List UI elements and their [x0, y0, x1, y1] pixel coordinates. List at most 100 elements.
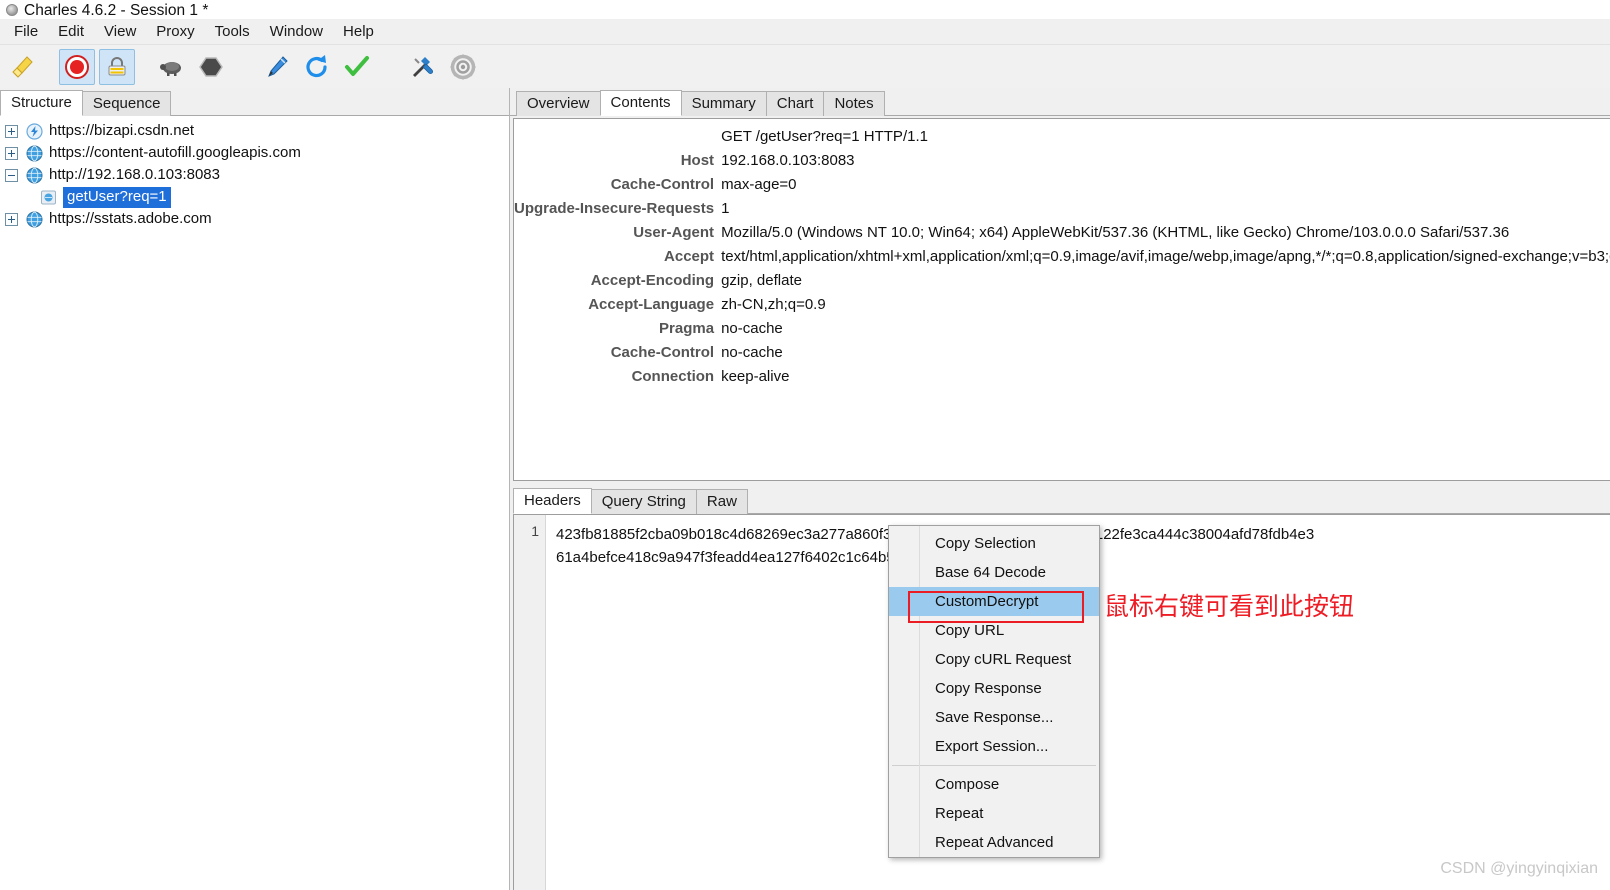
- menu-view[interactable]: View: [94, 21, 146, 42]
- throttle-icon[interactable]: [153, 49, 189, 85]
- tab-query-string[interactable]: Query String: [590, 489, 697, 514]
- header-value: no-cache: [721, 320, 783, 337]
- context-menu-separator: [892, 765, 1096, 766]
- header-value: Mozilla/5.0 (Windows NT 10.0; Win64; x64…: [721, 224, 1510, 241]
- header-name: Upgrade-Insecure-Requests: [514, 200, 715, 217]
- tree-node-label-selected: getUser?req=1: [63, 186, 171, 208]
- ctx-copy-selection[interactable]: Copy Selection: [889, 529, 1099, 558]
- menu-help[interactable]: Help: [333, 21, 384, 42]
- menu-proxy[interactable]: Proxy: [146, 21, 204, 42]
- tools-icon[interactable]: [405, 49, 441, 85]
- header-row: Pragma no-cache: [514, 317, 1610, 341]
- tree-row[interactable]: https://sstats.adobe.com: [0, 208, 509, 230]
- header-row: Accept-Language zh-CN,zh;q=0.9: [514, 293, 1610, 317]
- header-value: zh-CN,zh;q=0.9: [721, 296, 826, 313]
- context-menu[interactable]: Copy Selection Base 64 Decode CustomDecr…: [888, 525, 1100, 858]
- globe-host-icon: [26, 167, 43, 183]
- highlight-box-annotation: [908, 591, 1084, 623]
- content-tabstrip: Headers Query String Raw: [513, 481, 1610, 514]
- header-name: Cache-Control: [610, 176, 715, 193]
- window-titlebar: Charles 4.6.2 - Session 1 *: [0, 0, 1610, 19]
- header-value: 1: [721, 200, 730, 217]
- request-line-spacer: [514, 125, 721, 149]
- tab-chart[interactable]: Chart: [765, 91, 825, 116]
- header-row: Upgrade-Insecure-Requests 1: [514, 197, 1610, 221]
- menu-window[interactable]: Window: [260, 21, 333, 42]
- tree-row[interactable]: getUser?req=1: [0, 186, 509, 208]
- ctx-save-response[interactable]: Save Response...: [889, 703, 1099, 732]
- tree-node-label: http://192.168.0.103:8083: [49, 166, 220, 183]
- expander-plus-icon[interactable]: [5, 124, 18, 138]
- expander-plus-icon[interactable]: [5, 146, 18, 160]
- validate-icon[interactable]: [339, 49, 375, 85]
- breakpoints-icon[interactable]: [193, 49, 229, 85]
- header-row: Connection keep-alive: [514, 365, 1610, 389]
- header-name: Host: [680, 152, 715, 169]
- header-row: Cache-Control max-age=0: [514, 173, 1610, 197]
- ctx-base-64-decode[interactable]: Base 64 Decode: [889, 558, 1099, 587]
- header-name: User-Agent: [633, 224, 715, 241]
- globe-host-icon: [26, 211, 43, 227]
- header-value: keep-alive: [721, 368, 790, 385]
- ctx-copy-curl-request[interactable]: Copy cURL Request: [889, 645, 1099, 674]
- tab-sequence[interactable]: Sequence: [81, 91, 172, 116]
- charles-bottle-icon: [4, 2, 20, 18]
- request-headers-view: GET /getUser?req=1 HTTP/1.1 Host 192.168…: [513, 118, 1610, 481]
- tab-structure[interactable]: Structure: [0, 90, 83, 116]
- tree-row[interactable]: https://bizapi.csdn.net: [0, 120, 509, 142]
- tab-raw[interactable]: Raw: [695, 489, 748, 514]
- header-name: Accept-Language: [588, 296, 715, 313]
- header-value: 192.168.0.103:8083: [721, 152, 855, 169]
- tab-headers[interactable]: Headers: [513, 488, 592, 514]
- expander-minus-icon[interactable]: [5, 168, 18, 182]
- header-row: User-Agent Mozilla/5.0 (Windows NT 10.0;…: [514, 221, 1610, 245]
- header-name: Accept: [664, 248, 715, 265]
- repeat-icon[interactable]: [299, 49, 335, 85]
- header-value: no-cache: [721, 344, 783, 361]
- header-name: Cache-Control: [610, 344, 715, 361]
- tree-node-label: https://bizapi.csdn.net: [49, 122, 195, 139]
- tree-row[interactable]: http://192.168.0.103:8083: [0, 164, 509, 186]
- ctx-export-session[interactable]: Export Session...: [889, 732, 1099, 761]
- header-value: text/html,application/xhtml+xml,applicat…: [721, 248, 1610, 265]
- main-toolbar: [0, 45, 1610, 90]
- compose-icon[interactable]: [259, 49, 295, 85]
- window-title: Charles 4.6.2 - Session 1 *: [24, 2, 209, 19]
- ctx-copy-response[interactable]: Copy Response: [889, 674, 1099, 703]
- request-line: GET /getUser?req=1 HTTP/1.1: [721, 128, 928, 145]
- left-tabstrip: Structure Sequence: [0, 88, 509, 116]
- header-row: Accept text/html,application/xhtml+xml,a…: [514, 245, 1610, 269]
- watermark: CSDN @yingyinqixian: [1440, 860, 1598, 877]
- expander-plus-icon[interactable]: [5, 212, 18, 226]
- tree-node-label: https://content-autofill.googleapis.com: [49, 144, 301, 161]
- menubar: File Edit View Proxy Tools Window Help: [0, 19, 1610, 45]
- ctx-repeat-advanced[interactable]: Repeat Advanced: [889, 828, 1099, 857]
- session-tree: https://bizapi.csdn.net https://content-…: [0, 116, 509, 890]
- tab-notes[interactable]: Notes: [823, 91, 885, 116]
- header-row: Accept-Encoding gzip, deflate: [514, 269, 1610, 293]
- record-icon[interactable]: [59, 49, 95, 85]
- ctx-compose[interactable]: Compose: [889, 770, 1099, 799]
- tree-row[interactable]: https://content-autofill.googleapis.com: [0, 142, 509, 164]
- main-split: Structure Sequence https://bizapi.csdn.n…: [0, 88, 1610, 890]
- clear-session-icon[interactable]: [5, 49, 41, 85]
- content-line-2: 61a4befce418c9a947f3feadd4ea127f6402c1c6…: [556, 549, 895, 566]
- ctx-repeat[interactable]: Repeat: [889, 799, 1099, 828]
- headers-table: GET /getUser?req=1 HTTP/1.1 Host 192.168…: [514, 125, 1610, 389]
- lightning-host-icon: [26, 122, 43, 140]
- menu-tools[interactable]: Tools: [205, 21, 260, 42]
- settings-gear-icon[interactable]: [445, 49, 481, 85]
- request-doc-icon: [41, 190, 56, 204]
- tab-overview[interactable]: Overview: [516, 91, 601, 116]
- tab-contents[interactable]: Contents: [599, 90, 682, 116]
- header-name: Accept-Encoding: [590, 272, 715, 289]
- ssl-proxying-icon[interactable]: [99, 49, 135, 85]
- line-number: 1: [531, 523, 539, 539]
- globe-host-icon: [26, 145, 43, 161]
- header-value: gzip, deflate: [721, 272, 802, 289]
- menu-edit[interactable]: Edit: [48, 21, 94, 42]
- menu-file[interactable]: File: [4, 21, 48, 42]
- annotation-text: 鼠标右键可看到此按钮: [1104, 592, 1355, 621]
- tab-summary[interactable]: Summary: [680, 91, 767, 116]
- header-value: max-age=0: [721, 176, 797, 193]
